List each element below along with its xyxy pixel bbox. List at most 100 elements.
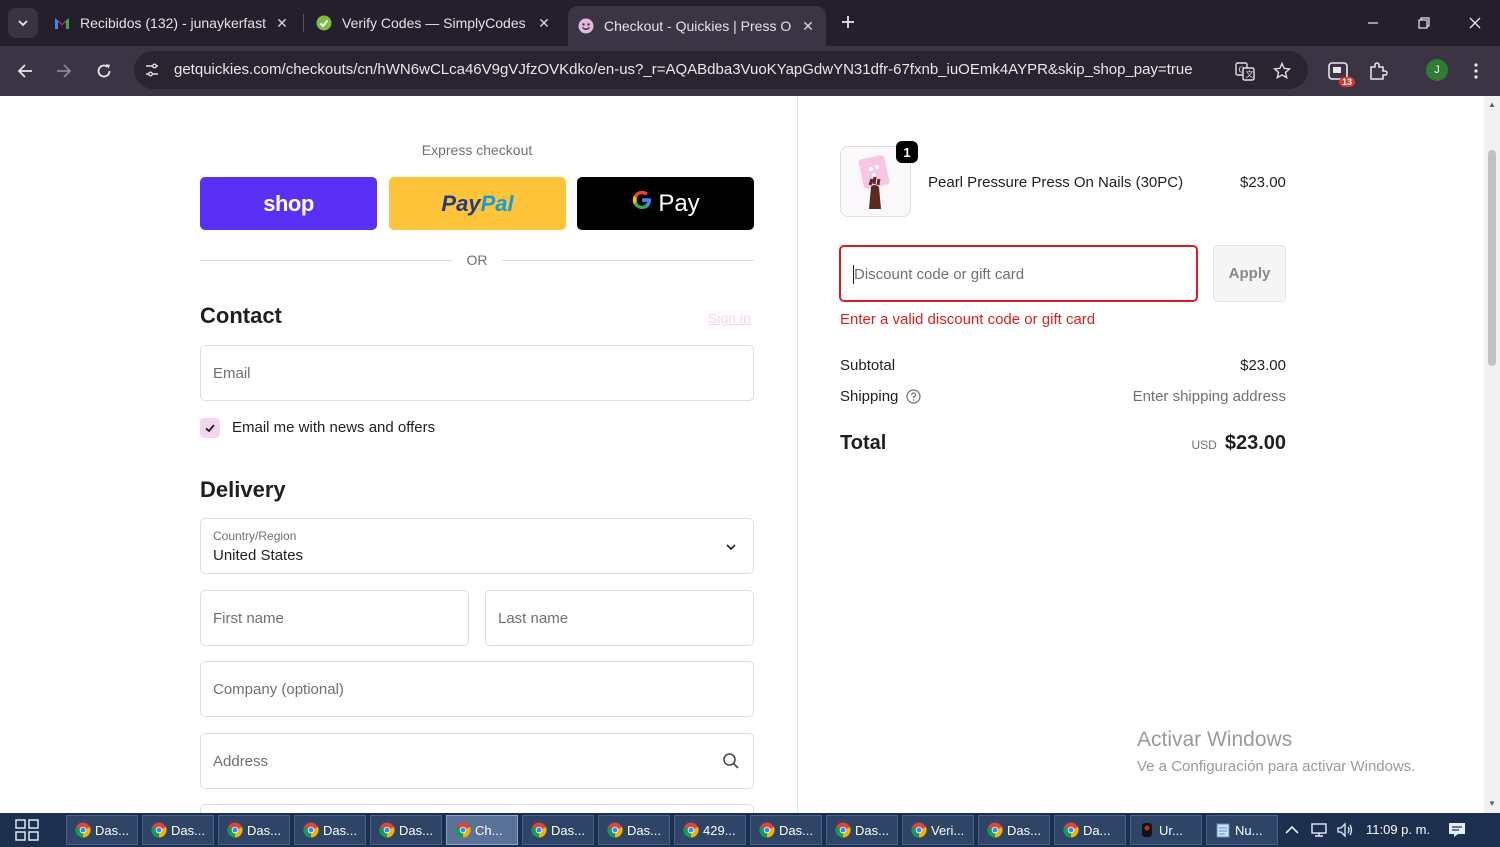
address-bar[interactable]: getquickies.com/checkouts/cn/hWN6wCLca46… (134, 51, 1308, 89)
taskbar-item[interactable]: Da... (1054, 815, 1126, 845)
new-tab-button[interactable] (836, 10, 860, 34)
svg-text:文: 文 (1246, 69, 1254, 79)
close-icon[interactable]: ✕ (274, 15, 290, 31)
apply-discount-button[interactable]: Apply (1213, 245, 1286, 302)
notepad-icon (1215, 822, 1231, 838)
translate-icon[interactable]: G文 (1234, 60, 1256, 82)
taskbar-item[interactable]: Ch... (446, 815, 518, 845)
company-field[interactable]: Company (optional) (200, 661, 754, 717)
start-button[interactable] (14, 819, 40, 841)
back-button[interactable] (10, 56, 40, 86)
taskbar-item[interactable]: Nu... (1206, 815, 1278, 845)
taskbar-item-label: Ur... (1159, 822, 1183, 838)
taskbar-item[interactable]: Das... (978, 815, 1050, 845)
country-label: Country/Region (213, 529, 297, 543)
site-info-icon[interactable] (142, 60, 162, 80)
taskbar-item[interactable]: Ur... (1130, 815, 1202, 845)
forward-button[interactable] (49, 56, 79, 86)
chrome-icon (759, 822, 775, 838)
country-value: United States (213, 547, 304, 564)
newsletter-label: Email me with news and offers (232, 419, 436, 436)
apartment-field[interactable] (200, 804, 754, 813)
kebab-menu-icon (1474, 63, 1478, 79)
close-icon[interactable]: ✕ (536, 15, 552, 31)
express-checkout-label: Express checkout (421, 142, 533, 158)
minimize-icon (1368, 22, 1378, 24)
puzzle-icon (1370, 62, 1388, 80)
windows-activation-watermark: Activar Windows Ve a Configuración para … (1137, 728, 1415, 775)
discount-error-message: Enter a valid discount code or gift card (840, 311, 1096, 328)
last-name-field[interactable]: Last name (485, 590, 754, 646)
tab-title: Verify Codes — SimplyCodes (342, 15, 526, 31)
restore-button[interactable] (1409, 8, 1439, 38)
taskbar-item-label: Das... (627, 822, 661, 838)
taskbar-item[interactable]: Das... (142, 815, 214, 845)
chrome-icon (303, 822, 319, 838)
chrome-icon (835, 822, 851, 838)
tab-gmail[interactable]: Recibidos (132) - junaykerfaster ✕ (44, 6, 300, 40)
last-name-placeholder: Last name (498, 610, 569, 627)
taskbar-item[interactable]: Das... (598, 815, 670, 845)
tab-checkout[interactable]: Checkout - Quickies | Press On ✕ (568, 6, 826, 46)
taskbar-item[interactable]: Veri... (902, 815, 974, 845)
taskbar-item[interactable]: Das... (522, 815, 594, 845)
taskbar-item[interactable]: Das... (826, 815, 898, 845)
email-field[interactable]: Email (200, 345, 754, 401)
sign-in-link[interactable]: Sign in (708, 310, 751, 326)
subtotal-label: Subtotal (840, 357, 895, 374)
chevron-up-icon[interactable] (1283, 821, 1301, 839)
extension-button[interactable]: 13 (1325, 58, 1355, 87)
first-name-field[interactable]: First name (200, 590, 469, 646)
close-icon[interactable]: ✕ (800, 18, 816, 34)
arrow-left-icon (17, 64, 32, 78)
restore-icon (1418, 17, 1430, 29)
browser-toolbar: getquickies.com/checkouts/cn/hWN6wCLca46… (0, 46, 1500, 96)
taskbar-item-label: Das... (779, 822, 813, 838)
address-field[interactable]: Address (200, 733, 754, 789)
paypal-button[interactable]: Pay Pal (389, 177, 566, 230)
page-scrollbar[interactable]: ▲ ▼ (1484, 96, 1500, 813)
chrome-icon (911, 822, 927, 838)
taskbar-item[interactable]: Das... (66, 815, 138, 845)
taskbar-item[interactable]: Das... (750, 815, 822, 845)
taskbar-item[interactable]: Das... (294, 815, 366, 845)
paypal-logo-part1: Pay (441, 190, 481, 216)
taskbar-clock[interactable]: 11:09 p. m. (1366, 822, 1430, 837)
minimize-button[interactable] (1358, 8, 1388, 38)
scroll-down-icon[interactable]: ▼ (1487, 799, 1497, 809)
discount-code-input[interactable]: Discount code or gift card (839, 245, 1198, 302)
taskbar-item-label: Ch... (475, 822, 503, 838)
taskbar-item[interactable]: Das... (218, 815, 290, 845)
product-name: Pearl Pressure Press On Nails (30PC) (928, 174, 1184, 191)
taskbar-item-label: Nu... (1235, 822, 1263, 838)
google-pay-label: Pay (658, 189, 700, 217)
country-select[interactable]: Country/Region United States (200, 518, 754, 574)
taskbar-item[interactable]: Das... (370, 815, 442, 845)
total-currency: USD (1191, 438, 1217, 452)
google-pay-button[interactable]: Pay (577, 177, 754, 230)
tab-search-button[interactable] (8, 8, 38, 38)
chevron-down-icon (18, 20, 28, 27)
grid-icon (15, 819, 39, 841)
chrome-icon (987, 822, 1003, 838)
chrome-icon (455, 822, 471, 838)
network-icon[interactable] (1310, 821, 1328, 839)
extensions-menu-button[interactable] (1365, 58, 1391, 84)
profile-avatar[interactable]: J (1426, 59, 1448, 81)
tab-simplycodes[interactable]: Verify Codes — SimplyCodes ✕ (306, 6, 562, 40)
address-placeholder: Address (213, 753, 269, 770)
reload-button[interactable] (89, 56, 119, 86)
taskbar-item-label: Das... (323, 822, 357, 838)
simplycodes-icon (316, 15, 332, 31)
volume-icon[interactable] (1336, 821, 1354, 839)
star-icon[interactable] (1271, 60, 1293, 82)
browser-menu-button[interactable] (1463, 58, 1489, 84)
newsletter-checkbox[interactable] (200, 418, 220, 438)
close-window-button[interactable] (1460, 8, 1490, 38)
scroll-thumb[interactable] (1488, 150, 1496, 366)
help-circle-icon[interactable] (906, 389, 921, 404)
taskbar-item[interactable]: 429... (674, 815, 746, 845)
scroll-up-icon[interactable]: ▲ (1487, 100, 1497, 110)
notification-icon[interactable] (1448, 821, 1466, 839)
shop-pay-button[interactable]: shop (200, 177, 377, 230)
